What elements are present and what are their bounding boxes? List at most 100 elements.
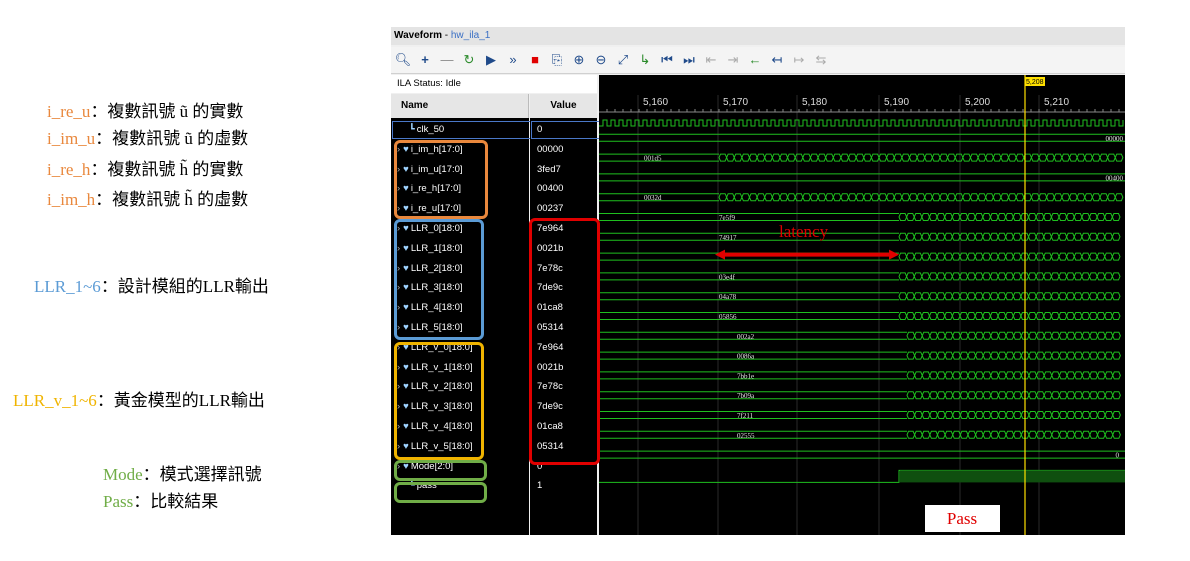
bus-transitions [898, 272, 1121, 281]
bus-transitions [898, 292, 1121, 301]
ruler-label: 5,200 [965, 97, 990, 108]
latency-arrow-right-head [889, 249, 899, 260]
zoom-fit-icon[interactable]: ⤢ [613, 50, 633, 70]
annotation-i-im-h: i_im_h：複數訊號 h̃ 的虛數 [47, 190, 249, 209]
mode-signal-box [394, 460, 487, 481]
bus-transitions [898, 213, 1121, 221]
search-icon[interactable]: 🔍︎ [393, 50, 413, 70]
previous-marker-icon[interactable]: ↤ [767, 50, 787, 70]
signal-value: 0 [530, 120, 604, 140]
signal-value: 3fed7 [537, 163, 561, 175]
next-transition-icon[interactable]: ⇥ [723, 50, 743, 70]
waveform-area[interactable]: 5,160 5,170 5,180 5,190 5,200 5,210 00000 001d5… [599, 75, 1125, 535]
bus-transitions [906, 331, 1121, 340]
bus-value-label: 03e4f [719, 273, 736, 281]
bus-transitions [898, 252, 1121, 261]
refresh-icon[interactable]: ↻ [459, 50, 479, 70]
bus-segment [599, 133, 1125, 142]
signal-name-row[interactable]: ┗ clk_50 [391, 120, 547, 140]
go-to-end-icon[interactable]: ⏭ [679, 50, 699, 70]
latency-arrow-left-head [715, 249, 725, 260]
bit-signal-icon: ┗ [409, 124, 415, 135]
window-titlebar: Waveform - hw_ila_1 [391, 27, 1125, 45]
annotation-llr-v: LLR_v_1~6：黃金模型的LLR輸出 [13, 391, 265, 410]
signal-name: clk_50 [416, 124, 445, 135]
bus-transitions [906, 430, 1121, 439]
bus-value-label: 7bb1e [737, 372, 754, 380]
bus-value-label: 002a2 [737, 333, 755, 341]
bus-value-label: 00400 [1106, 174, 1124, 182]
zoom-out-icon[interactable]: ⊖ [591, 50, 611, 70]
swap-cursors-icon[interactable]: ⇆ [811, 50, 831, 70]
values-highlight-box [529, 218, 600, 465]
ila-status: ILA Status: Idle [391, 75, 597, 93]
export-icon[interactable]: ⎘ [547, 50, 567, 70]
waveform-window: Waveform - hw_ila_1 🔍︎ + — ↻ ▶ » ■ ⎘ ⊕ ⊖… [391, 27, 1125, 535]
value-column-header[interactable]: Value [530, 94, 597, 118]
bus-transitions [906, 411, 1121, 419]
bus-segment [599, 232, 899, 241]
annotation-llr: LLR_1~6：設計模組的LLR輸出 [34, 277, 269, 296]
bus-segment [599, 450, 1125, 459]
ruler-label: 5,210 [1044, 97, 1069, 108]
annotation-mode: Mode：模式選擇訊號 [103, 465, 262, 484]
zoom-in-icon[interactable]: ⊕ [569, 50, 589, 70]
bus-value-label: 7e5f9 [719, 214, 735, 222]
ruler-label: 5,170 [723, 97, 748, 108]
llr-signals-box [394, 219, 484, 340]
annotation-i-re-u: i_re_u：複數訊號 ũ 的實數 [47, 102, 244, 121]
bus-value-label: 0086a [737, 353, 755, 361]
bus-value-label: 0 [1116, 452, 1120, 460]
toolbar: 🔍︎ + — ↻ ▶ » ■ ⎘ ⊕ ⊖ ⤢ ↳ ⏮ ⏭ ⇤ ⇥ ← ↤ ↦ ⇆ [391, 47, 1125, 74]
annotation-pass: Pass：比較結果 [103, 492, 219, 511]
bus-transitions [718, 153, 1124, 162]
ruler-label: 5,180 [802, 97, 827, 108]
bus-value-label: 7f211 [737, 412, 754, 420]
signal-value: 1 [537, 480, 543, 492]
bus-transitions [906, 391, 1121, 400]
bus-transitions [906, 371, 1121, 380]
bus-value-label: 02555 [737, 432, 755, 440]
bus-value-label: 04a78 [719, 293, 737, 301]
run-trigger-icon[interactable]: ▶ [481, 50, 501, 70]
input-signals-box [394, 140, 488, 219]
ruler-label: 5,190 [884, 97, 909, 108]
add-icon[interactable]: + [415, 50, 435, 70]
next-marker-icon[interactable]: ↦ [789, 50, 809, 70]
waveform-canvas: 5,160 5,170 5,180 5,190 5,200 5,210 00000 001d5… [599, 75, 1125, 535]
signal-value: 00400 [537, 183, 564, 195]
remove-icon[interactable]: — [437, 50, 457, 70]
run-immediate-icon[interactable]: » [503, 50, 523, 70]
llr-v-signals-box [394, 342, 484, 460]
bus-value-label: 001d5 [644, 155, 662, 163]
bus-segment [599, 292, 899, 301]
ruler-label: 5,160 [643, 97, 668, 108]
latency-label: latency [779, 222, 829, 241]
clk-waveform [599, 119, 1124, 127]
cursor-label: 5,208 [1026, 79, 1044, 86]
stop-icon[interactable]: ■ [525, 50, 545, 70]
bus-transitions [898, 312, 1121, 320]
bus-value-label: 00000 [1106, 135, 1124, 143]
bus-segment [599, 173, 1125, 182]
add-marker-icon[interactable]: ← [745, 50, 765, 70]
pass-signal-box [394, 482, 487, 503]
bus-transitions [718, 193, 1124, 202]
bus-value-label: 74917 [719, 234, 737, 242]
bus-value-label: 0032d [644, 194, 662, 202]
signal-value: 00237 [537, 203, 564, 215]
annotation-i-re-h: i_re_h：複數訊號 h̃ 的實數 [47, 160, 244, 179]
bus-transitions [898, 232, 1121, 241]
bus-segment [599, 213, 899, 221]
go-to-start-icon[interactable]: ⏮ [657, 50, 677, 70]
bus-value-label: 05856 [719, 313, 737, 321]
name-column-header[interactable]: Name [391, 94, 529, 118]
go-to-cursor-icon[interactable]: ↳ [635, 50, 655, 70]
signal-value: 00000 [537, 143, 564, 155]
bus-transitions [906, 351, 1121, 360]
previous-transition-icon[interactable]: ⇤ [701, 50, 721, 70]
bus-value-label: 7b09a [737, 392, 755, 400]
bus-segment [599, 312, 899, 320]
pass-high-fill [900, 470, 1125, 483]
pass-box-label: Pass [947, 509, 977, 528]
